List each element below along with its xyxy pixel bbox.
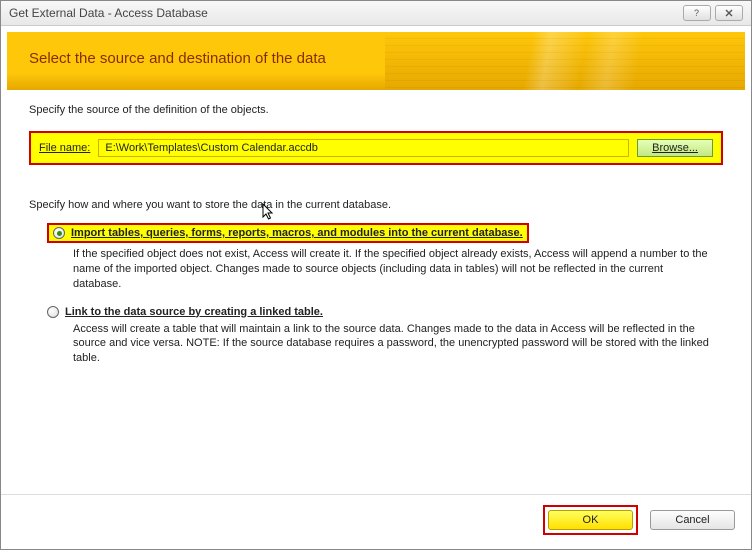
footer: OK Cancel xyxy=(1,494,751,549)
close-button[interactable] xyxy=(715,5,743,21)
svg-text:?: ? xyxy=(694,8,699,18)
cancel-button[interactable]: Cancel xyxy=(650,510,735,530)
radio-link[interactable] xyxy=(47,306,59,318)
option-import-label: Import tables, queries, forms, reports, … xyxy=(71,227,523,239)
radio-import[interactable] xyxy=(53,227,65,239)
option-link-label: Link to the data source by creating a li… xyxy=(65,306,323,318)
option-import: Import tables, queries, forms, reports, … xyxy=(47,223,723,292)
ok-button[interactable]: OK xyxy=(548,510,633,530)
option-link: Link to the data source by creating a li… xyxy=(47,306,723,367)
option-import-head[interactable]: Import tables, queries, forms, reports, … xyxy=(47,223,529,243)
file-name-input[interactable]: E:\Work\Templates\Custom Calendar.accdb xyxy=(98,139,629,157)
options-group: Import tables, queries, forms, reports, … xyxy=(47,223,723,366)
content-area: Specify the source of the definition of … xyxy=(1,90,751,494)
source-intro-text: Specify the source of the definition of … xyxy=(29,104,723,116)
header-band: Select the source and destination of the… xyxy=(7,32,745,90)
page-title: Select the source and destination of the… xyxy=(29,50,723,67)
how-intro-text: Specify how and where you want to store … xyxy=(29,199,723,211)
option-import-desc: If the specified object does not exist, … xyxy=(73,247,713,292)
dialog-title: Get External Data - Access Database xyxy=(9,6,208,20)
dialog-window: Get External Data - Access Database ? Se… xyxy=(0,0,752,550)
ok-highlight: OK xyxy=(543,505,638,535)
titlebar: Get External Data - Access Database ? xyxy=(1,1,751,26)
file-name-row: File name: E:\Work\Templates\Custom Cale… xyxy=(29,131,723,165)
option-link-desc: Access will create a table that will mai… xyxy=(73,322,713,367)
browse-button[interactable]: Browse... xyxy=(637,139,713,157)
help-button[interactable]: ? xyxy=(683,5,711,21)
option-link-head[interactable]: Link to the data source by creating a li… xyxy=(47,306,723,318)
file-name-label: File name: xyxy=(39,142,90,154)
